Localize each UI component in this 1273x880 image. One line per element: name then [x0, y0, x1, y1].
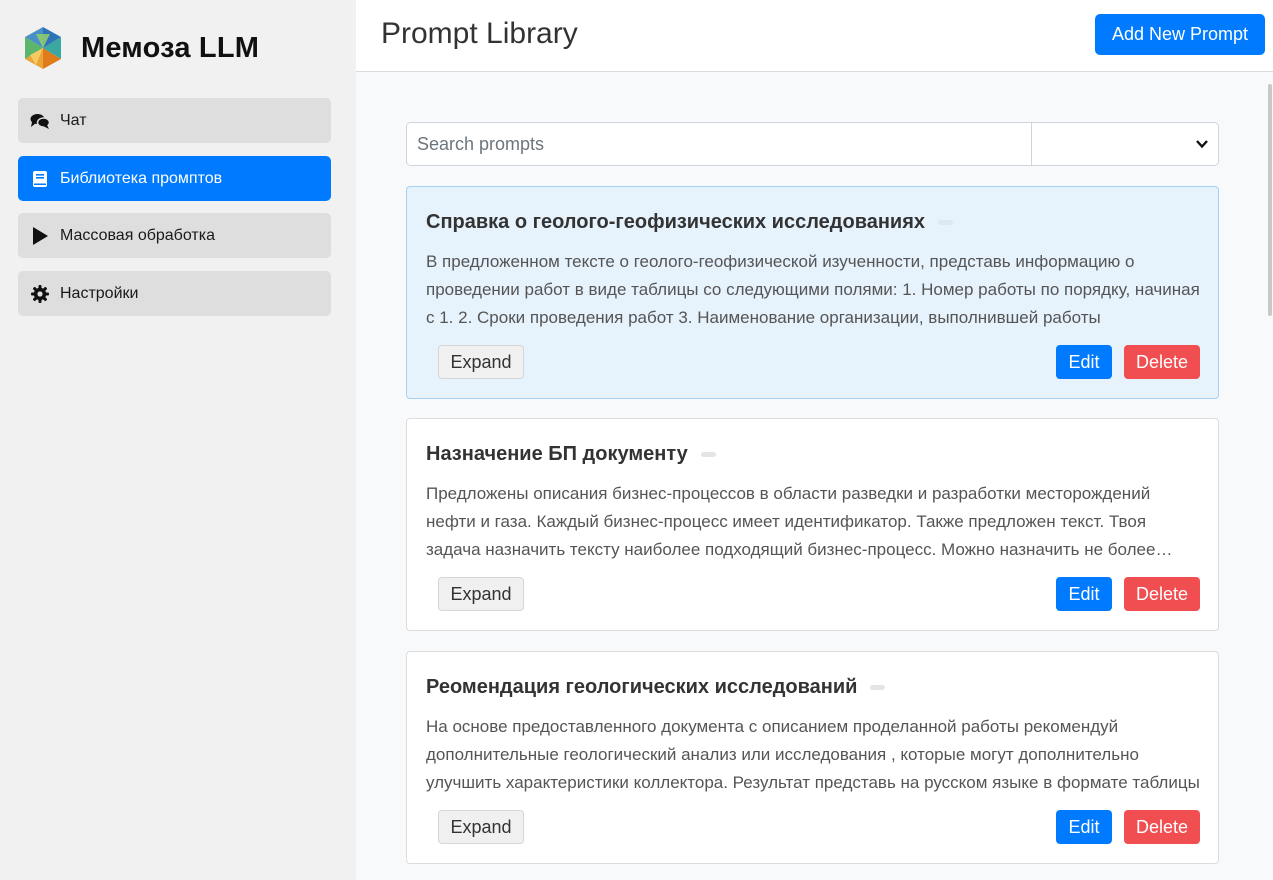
page-title: Prompt Library: [381, 17, 578, 50]
expand-button[interactable]: Expand: [438, 577, 524, 611]
main-scrollbar[interactable]: [1267, 72, 1273, 880]
prompt-title-text: Реомендация геологических исследований: [426, 676, 858, 698]
page-header: Prompt Library Add New Prompt: [356, 0, 1273, 72]
sidebar-item-label: Массовая обработка: [60, 226, 215, 244]
prompt-title: Назначение БП документу: [426, 443, 716, 466]
category-filter-select[interactable]: [1032, 123, 1218, 165]
edit-button[interactable]: Edit: [1056, 345, 1112, 379]
scrollbar-thumb[interactable]: [1268, 84, 1272, 316]
sidebar-item-batch-processing[interactable]: Массовая обработка: [18, 213, 331, 258]
search-input[interactable]: [407, 123, 1032, 165]
book-icon: [30, 169, 50, 189]
prompt-title: Справка о геолого-геофизических исследов…: [426, 211, 954, 234]
expand-button[interactable]: Expand: [438, 810, 524, 844]
delete-button[interactable]: Delete: [1124, 577, 1200, 611]
gear-icon: [30, 284, 50, 304]
sidebar-item-prompt-library[interactable]: Библиотека промптов: [18, 156, 331, 201]
chat-icon: [30, 111, 50, 131]
prompt-description: Предложены описания бизнес-процессов в о…: [426, 484, 1156, 559]
prompt-title-text: Назначение БП документу: [426, 443, 688, 465]
tag-placeholder: [938, 220, 954, 225]
prompt-description: В предложенном тексте о геолого-геофизич…: [426, 252, 1200, 327]
edit-button[interactable]: Edit: [1056, 577, 1112, 611]
memoza-logo-icon: [25, 27, 61, 69]
prompt-title: Реомендация геологических исследований: [426, 676, 886, 699]
add-new-prompt-button[interactable]: Add New Prompt: [1095, 14, 1265, 55]
prompt-card: Реомендация геологических исследований Н…: [406, 651, 1219, 864]
sidebar-item-label: Настройки: [60, 284, 139, 302]
search-bar: [406, 122, 1219, 166]
chevron-down-icon: [1196, 140, 1208, 149]
play-icon: [30, 226, 50, 246]
edit-button[interactable]: Edit: [1056, 810, 1112, 844]
sidebar: Мемоза LLM Чат Библиотека промптов Массо…: [0, 0, 356, 880]
sidebar-item-label: Чат: [60, 111, 87, 129]
delete-button[interactable]: Delete: [1124, 810, 1200, 844]
tag-placeholder: [700, 452, 716, 457]
sidebar-item-settings[interactable]: Настройки: [18, 271, 331, 316]
expand-button[interactable]: Expand: [438, 345, 524, 379]
sidebar-item-label: Библиотека промптов: [60, 169, 223, 187]
prompt-card: Справка о геолого-геофизических исследов…: [406, 186, 1219, 399]
brand: Мемоза LLM: [22, 24, 259, 72]
prompt-description: На основе предоставленного документа с о…: [426, 717, 1200, 792]
brand-name: Мемоза LLM: [81, 31, 260, 64]
prompt-card: Назначение БП документу Предложены описа…: [406, 418, 1219, 631]
prompt-title-text: Справка о геолого-геофизических исследов…: [426, 211, 926, 233]
tag-placeholder: [870, 685, 886, 690]
sidebar-item-chat[interactable]: Чат: [18, 98, 331, 143]
delete-button[interactable]: Delete: [1124, 345, 1200, 379]
